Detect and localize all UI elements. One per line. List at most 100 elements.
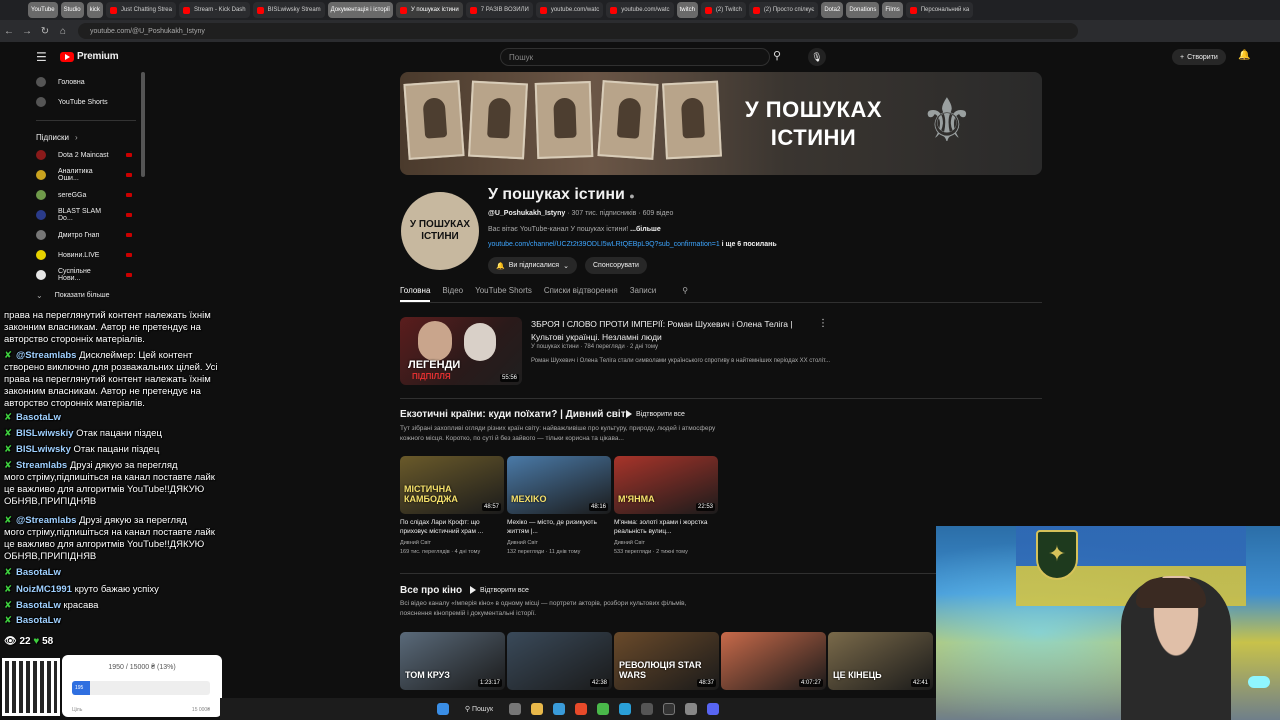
edge-icon[interactable] <box>553 703 565 715</box>
video-thumbnail[interactable]: ЦЕ КІНЕЦЬ 42:41 <box>828 632 933 690</box>
notifications-bell-icon[interactable]: 🔔 <box>1238 50 1250 61</box>
tab-home[interactable]: Головна <box>400 286 431 302</box>
browser-tab[interactable]: Stream - Kick Dash <box>178 2 250 18</box>
video-title[interactable]: М'янма: золоті храми і жорстка реальніст… <box>614 518 718 536</box>
channel-avatar[interactable]: У ПОШУКАХ ІСТИНИ <box>401 192 479 270</box>
browser-tab[interactable]: (2) Twitch <box>700 2 746 18</box>
sidebar-item-shorts[interactable]: YouTube Shorts <box>26 92 146 112</box>
app-icon[interactable] <box>685 703 697 715</box>
video-thumbnail[interactable]: 4:07:27 <box>721 632 826 690</box>
channel-description[interactable]: Вас вітає YouTube-канал У пошуках істини… <box>488 226 661 233</box>
browser-tab[interactable]: У пошуках істини <box>395 2 463 18</box>
browser-tab[interactable]: Studio <box>60 2 84 18</box>
browser-tab[interactable]: twitch <box>676 2 698 18</box>
firefox-icon[interactable] <box>575 703 587 715</box>
video-thumbnail[interactable]: РЕВОЛЮЦІЯ STAR WARS 48:37 <box>614 632 719 690</box>
browser-tab[interactable]: Just Chatting Strea <box>105 2 176 18</box>
chat-text: красава <box>63 600 99 611</box>
shelf-title[interactable]: Все про кіно <box>400 585 462 596</box>
discord-icon[interactable] <box>707 703 719 715</box>
video-meta: 169 тис. переглядів · 4 дні тому <box>400 549 481 555</box>
tab-shorts[interactable]: YouTube Shorts <box>475 286 532 302</box>
browser-tab[interactable]: Документація і історії <box>327 2 393 18</box>
chat-message: мого стріму,підпишіться на канал поставт… <box>4 527 215 539</box>
tab-posts[interactable]: Записи <box>630 286 657 302</box>
play-all-button[interactable]: Відтворити все <box>470 586 529 594</box>
browser-tab[interactable]: youtube.com/watc <box>606 2 674 18</box>
subscribed-button[interactable]: 🔔 Ви підписалися ⌄ <box>488 257 577 274</box>
search-icon[interactable]: ⚲ <box>773 49 781 62</box>
tab-videos[interactable]: Відео <box>442 286 463 302</box>
more-links-label[interactable]: і ще 6 посилань <box>722 241 777 248</box>
subscriptions-heading[interactable]: Підписки › <box>26 129 146 145</box>
microphone-icon[interactable]: 🎙 <box>808 48 826 66</box>
video-card[interactable]: М'ЯНМА 22:53 М'янма: золоті храми і жорстк… <box>614 456 718 556</box>
youtube-logo[interactable]: Premium <box>60 51 119 62</box>
browser-tab[interactable]: 7 РАЗІВ ВОЗИЛИ <box>465 2 533 18</box>
featured-video-title[interactable]: ЗБРОЯ І СЛОВО ПРОТИ ІМПЕРІЇ: Роман Шухев… <box>531 318 811 344</box>
play-all-button[interactable]: Відтворити все <box>626 410 685 418</box>
task-view-icon[interactable] <box>509 703 521 715</box>
obs-icon[interactable] <box>663 703 675 715</box>
channel-link[interactable]: youtube.com/channel/UCZt2t39ODLI5wLRtQEB… <box>488 241 777 248</box>
chrome-icon[interactable] <box>597 703 609 715</box>
channel-link-url[interactable]: youtube.com/channel/UCZt2t39ODLI5wLRtQEB… <box>488 241 720 248</box>
video-thumbnail[interactable]: MEXIKO 48:16 <box>507 456 611 514</box>
video-channel[interactable]: Дивний Світ <box>400 539 504 547</box>
back-icon[interactable]: ← <box>0 26 18 37</box>
live-indicator-icon <box>126 233 132 237</box>
chat-badge-icon: ✘ <box>4 567 12 578</box>
browser-tab[interactable]: (2) Просто спілкує <box>748 2 819 18</box>
hamburger-menu-icon[interactable]: ☰ <box>36 50 47 64</box>
video-title[interactable]: По слідах Лари Крофт: що приховує містич… <box>400 518 504 536</box>
video-thumbnail[interactable]: МІСТИЧНА КАМБОДЖА 48:57 <box>400 456 504 514</box>
video-card[interactable]: MEXIKO 48:16 Мехіко — місто, де ризикують … <box>507 456 611 556</box>
video-title[interactable]: Мехіко — місто, де ризикують життям |... <box>507 518 611 536</box>
forward-icon[interactable]: → <box>18 26 36 37</box>
telegram-icon[interactable] <box>619 703 631 715</box>
home-icon[interactable]: ⌂ <box>54 26 72 37</box>
sidebar-subscription-item[interactable]: sereGGa <box>26 185 146 205</box>
app-icon[interactable] <box>641 703 653 715</box>
browser-tab[interactable]: kick <box>86 2 103 18</box>
more-link[interactable]: ...більше <box>630 226 661 233</box>
featured-video-thumbnail[interactable]: ЛЕГЕНДИ ПІДПІЛЛЯ 55:56 <box>400 317 522 385</box>
start-icon[interactable] <box>437 703 449 715</box>
more-options-icon[interactable]: ⋮ <box>818 318 828 329</box>
sidebar-scrollbar[interactable] <box>141 72 145 177</box>
banner-title: У ПОШУКАХ ІСТИНИ <box>745 96 882 152</box>
browser-tab[interactable]: youtube.com/watc <box>535 2 604 18</box>
sidebar-subscription-item[interactable]: Дмитро Гнап <box>26 225 146 245</box>
stream-chat-overlay: права на переглянутий контент належать ї… <box>0 306 240 656</box>
taskbar-search[interactable]: ⚲ Пошук <box>459 705 499 713</box>
browser-tab[interactable]: BISLwiwsky Stream <box>252 2 325 18</box>
sponsor-button[interactable]: Спонсорувати <box>585 257 647 274</box>
browser-tab[interactable]: YouTube <box>28 2 58 18</box>
browser-tab[interactable]: Films <box>882 2 903 18</box>
video-channel[interactable]: Дивний Світ <box>614 539 718 547</box>
sidebar-subscription-item[interactable]: Суспільне Нови... <box>26 265 146 285</box>
sidebar-subscription-item[interactable]: Аналитика Оши... <box>26 165 146 185</box>
tab-playlists[interactable]: Списки відтворення <box>544 286 618 302</box>
sidebar-subscription-item[interactable]: Новини.LIVE <box>26 245 146 265</box>
video-thumbnail[interactable]: М'ЯНМА 22:53 <box>614 456 718 514</box>
browser-tab[interactable]: Персональний ка <box>905 2 974 18</box>
sidebar-subscription-item[interactable]: BLAST SLAM Do... <box>26 205 146 225</box>
channel-search-icon[interactable]: ⚲ <box>682 286 688 302</box>
reload-icon[interactable]: ↻ <box>36 26 54 37</box>
sidebar-item-home[interactable]: Головна <box>26 72 146 92</box>
browser-tab[interactable]: Dota2 <box>821 2 844 18</box>
sidebar-subscription-item[interactable]: Dota 2 Maincast <box>26 145 146 165</box>
search-input[interactable]: Пошук <box>500 48 770 66</box>
file-explorer-icon[interactable] <box>531 703 543 715</box>
video-thumbnail[interactable]: ТОМ КРУЗ 1:23:17 <box>400 632 505 690</box>
video-channel[interactable]: Дивний Світ <box>507 539 611 547</box>
shelf-title[interactable]: Екзотичні країни: куди поїхати? | Дивний… <box>400 409 626 420</box>
create-button[interactable]: + Створити <box>1172 49 1226 65</box>
browser-tab[interactable]: Donations <box>846 2 880 18</box>
show-more-button[interactable]: ⌄ Показати більше <box>26 285 146 305</box>
url-field[interactable]: youtube.com/@U_Poshukakh_Istyny <box>78 23 1078 39</box>
banner-photo <box>662 80 722 160</box>
video-card[interactable]: МІСТИЧНА КАМБОДЖА 48:57 По слідах Лари Кро… <box>400 456 504 556</box>
video-thumbnail[interactable]: 42:38 <box>507 632 612 690</box>
